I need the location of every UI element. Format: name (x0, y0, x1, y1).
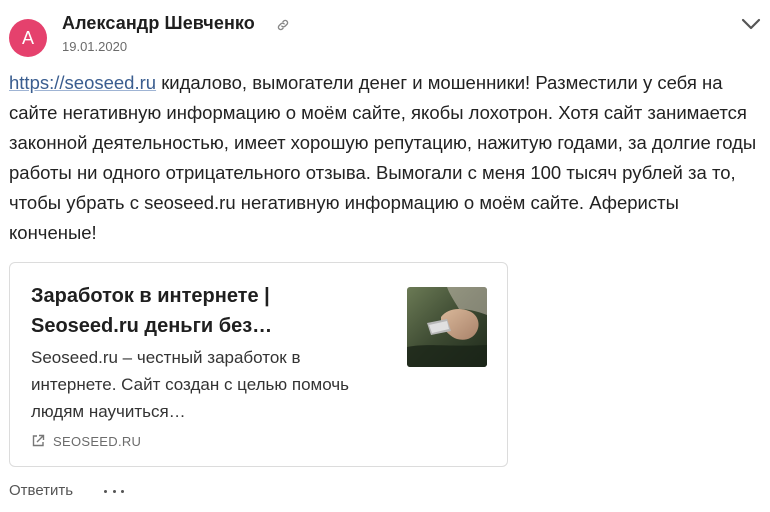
dot (104, 489, 107, 493)
link-preview-description: Seoseed.ru – честный заработок в интерне… (31, 348, 350, 421)
link-icon[interactable] (276, 18, 290, 32)
comment-date: 19.01.2020 (62, 39, 128, 54)
reply-button[interactable]: Ответить (9, 482, 73, 499)
dot (121, 489, 124, 493)
author-name[interactable]: Александр Шевченко (62, 13, 255, 34)
link-preview-title[interactable]: Заработок в интернете | Seoseed.ru деньг… (31, 281, 371, 341)
comment-body: кидалово, вымогатели денег и мошенники! … (9, 72, 757, 243)
comment-link[interactable]: https://seoseed.ru (9, 72, 156, 93)
link-preview-domain: SEOSEED.RU (53, 433, 142, 449)
chevron-down-icon[interactable] (741, 17, 761, 31)
external-link-icon (32, 434, 45, 447)
more-dots-icon[interactable] (104, 483, 124, 499)
link-preview-thumbnail (407, 287, 487, 367)
avatar[interactable]: А (9, 19, 47, 57)
link-preview-card[interactable]: Заработок в интернете | Seoseed.ru деньг… (9, 262, 508, 467)
dot (112, 489, 116, 493)
comment-text: https://seoseed.ru кидалово, вымогатели … (9, 68, 761, 248)
link-preview-source: SEOSEED.RU (31, 432, 141, 450)
